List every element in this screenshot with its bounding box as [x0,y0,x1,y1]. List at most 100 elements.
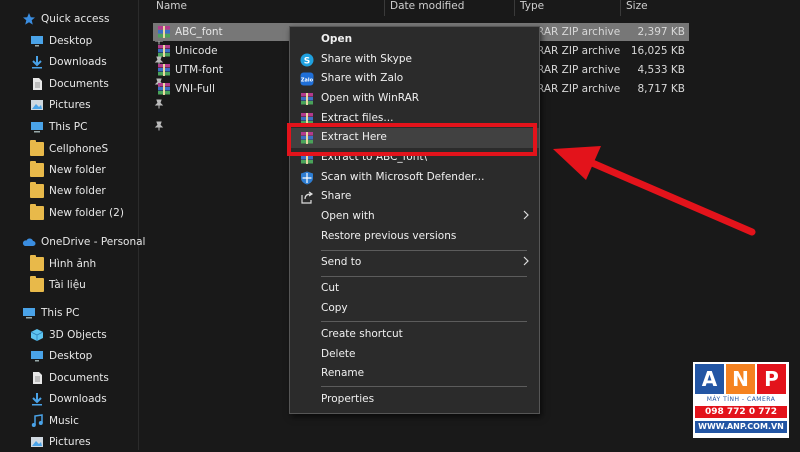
folder-icon [30,204,44,220]
nav-label: Quick access [41,13,110,25]
nav-this-pc-quick[interactable]: This PC [30,117,164,137]
file-size: 16,025 KB [630,45,685,57]
file-name: ABC_font [175,26,223,38]
menu-item-rename[interactable]: Rename [290,364,539,384]
computer-icon [31,122,43,133]
defender-shield-icon [301,171,313,185]
file-type: RAR ZIP archive [537,83,621,95]
winrar-archive-icon [158,45,170,57]
nav-downloads[interactable]: Downloads [30,52,164,72]
nav-label: Pictures [49,99,91,111]
anp-logo: A N P MÁY TÍNH - CAMERA 098 772 0 772 WW… [693,362,789,438]
nav-onedrive[interactable]: OneDrive - Personal [22,232,145,252]
menu-separator [321,276,527,277]
menu-item-label: Open [321,33,353,45]
nav-folder-new-3[interactable]: New folder (2) [30,203,124,223]
column-header-size[interactable]: Size [620,0,696,16]
download-arrow-icon [32,393,42,406]
nav-label: CellphoneS [49,143,109,155]
download-arrow-icon [32,56,42,69]
nav-documents-pc[interactable]: Documents [30,368,109,388]
menu-item-open-with-winrar[interactable]: Open with WinRAR [290,89,539,109]
menu-item-label: Open with [321,210,375,222]
menu-item-open-with[interactable]: Open with [290,207,539,227]
nav-label: OneDrive - Personal [41,236,146,248]
menu-item-share-zalo[interactable]: Zalo Share with Zalo [290,69,539,89]
nav-3d-objects[interactable]: 3D Objects [30,325,107,345]
nav-desktop[interactable]: Desktop [30,31,164,51]
menu-item-share[interactable]: Share [290,187,539,207]
file-size: 4,533 KB [637,64,686,76]
document-icon [33,78,42,90]
nav-folder-hinh-anh[interactable]: Hình ảnh [30,254,96,274]
nav-music[interactable]: Music [30,411,79,431]
annotation-highlight-box [287,123,537,156]
cube-icon [30,329,44,341]
file-name: UTM-font [175,64,223,76]
menu-separator [321,321,527,322]
music-note-icon [31,414,43,427]
nav-label: New folder (2) [49,207,124,219]
nav-desktop-pc[interactable]: Desktop [30,346,92,366]
nav-documents[interactable]: Documents [30,74,164,94]
nav-label: Tài liệu [49,279,86,291]
menu-item-create-shortcut[interactable]: Create shortcut [290,325,539,345]
column-header-type[interactable]: Type [514,0,620,16]
menu-item-label: Delete [321,348,356,360]
desktop-icon [31,351,43,362]
zalo-icon: Zalo [300,72,314,86]
menu-item-label: Properties [321,393,375,405]
menu-item-share-skype[interactable]: S Share with Skype [290,50,539,70]
nav-this-pc[interactable]: This PC [22,303,79,323]
pictures-icon [31,100,43,110]
nav-folder-new-2[interactable]: New folder [30,181,106,201]
nav-pictures-pc[interactable]: Pictures [30,432,91,452]
menu-item-label: Send to [321,256,362,268]
logo-letters: A N P [695,364,786,394]
menu-item-label: Share with Zalo [321,72,404,84]
menu-item-copy[interactable]: Copy [290,299,539,319]
file-name: VNI-Full [175,83,215,95]
logo-letter: A [695,364,724,394]
folder-icon [30,140,44,156]
menu-item-cut[interactable]: Cut [290,279,539,299]
menu-item-open[interactable]: Open [290,30,539,50]
logo-tagline: MÁY TÍNH - CAMERA [706,396,776,403]
file-size: 8,717 KB [637,83,686,95]
menu-item-properties[interactable]: Properties [290,390,539,410]
menu-item-delete[interactable]: Delete [290,345,539,365]
nav-label: Desktop [49,35,93,47]
menu-item-label: Share with Skype [321,53,412,65]
menu-item-scan-defender[interactable]: Scan with Microsoft Defender... [290,168,539,188]
winrar-archive-icon [158,83,170,95]
logo-phone: 098 772 0 772 [695,406,787,418]
pictures-icon [31,437,43,447]
skype-icon: S [300,53,314,67]
svg-text:Zalo: Zalo [301,78,314,84]
menu-item-send-to[interactable]: Send to [290,253,539,273]
menu-item-label: Cut [321,282,340,294]
menu-item-restore-previous-versions[interactable]: Restore previous versions [290,227,539,247]
nav-label: This PC [49,121,88,133]
nav-label: Desktop [49,350,93,362]
nav-label: New folder [49,164,106,176]
nav-pictures[interactable]: Pictures [30,95,164,115]
navigation-pane: Quick access Desktop Downloads Documents… [0,0,164,452]
nav-quick-access[interactable]: Quick access [22,9,109,29]
logo-website: WWW.ANP.COM.VN [695,421,787,433]
cloud-icon [22,238,36,246]
nav-label: Documents [49,78,109,90]
nav-folder-cellphones[interactable]: CellphoneS [30,139,108,159]
nav-label: Music [49,415,79,427]
winrar-icon [301,93,313,105]
nav-folder-new-1[interactable]: New folder [30,160,106,180]
nav-label: Downloads [49,393,107,405]
svg-text:S: S [304,57,310,67]
menu-separator [321,386,527,387]
column-header-name[interactable]: Name [151,0,382,16]
nav-folder-tai-lieu[interactable]: Tài liệu [30,275,86,295]
column-header-date-modified[interactable]: Date modified [384,0,510,16]
nav-downloads-pc[interactable]: Downloads [30,389,107,409]
menu-item-label: Open with WinRAR [321,92,420,104]
logo-letter: N [726,364,755,394]
